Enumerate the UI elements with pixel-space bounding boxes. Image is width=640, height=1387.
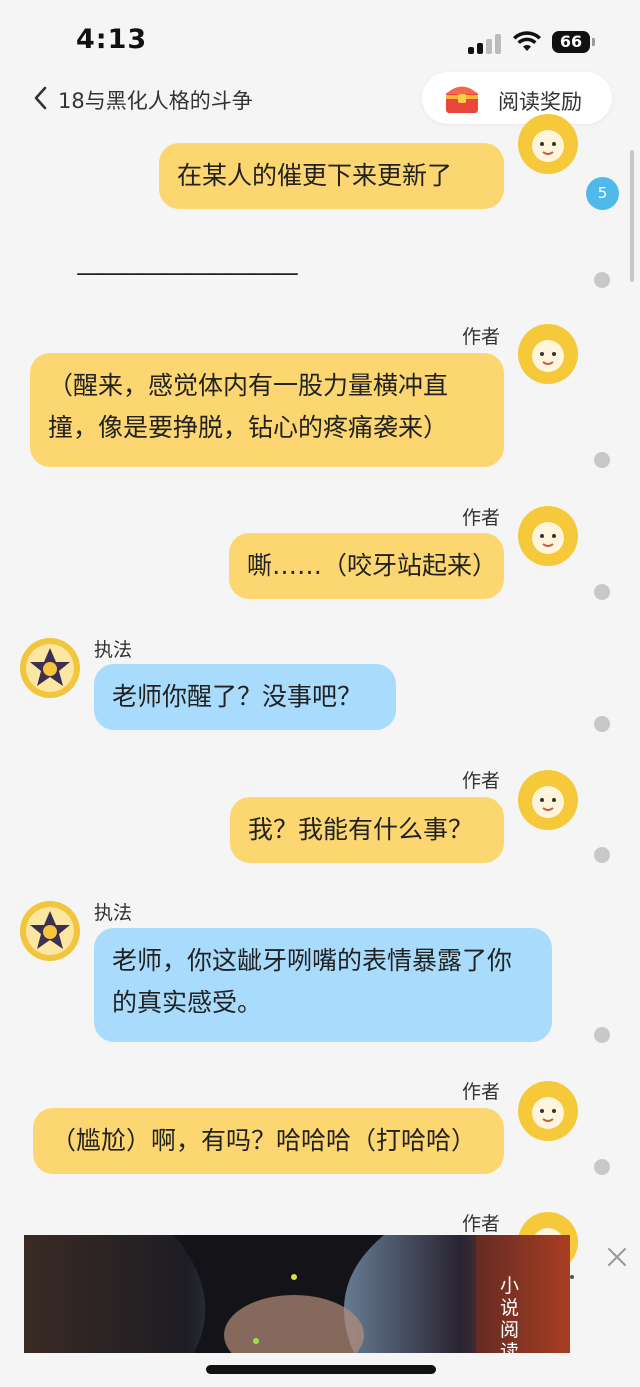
sender-name: 执法 (94, 902, 133, 924)
message-status-dot (594, 847, 610, 863)
status-bar: 4:13 66 (0, 0, 640, 80)
message-bubble: 嘶……（咬牙站起来） (229, 533, 504, 599)
author-avatar (516, 112, 580, 176)
ad-indicator (570, 1275, 574, 1279)
status-time: 4:13 (76, 24, 148, 55)
sender-name: 作者 (462, 1081, 501, 1103)
signal-icon (468, 34, 502, 54)
wifi-icon (513, 31, 541, 51)
sender-name: 作者 (462, 326, 501, 348)
message-bubble: 我？我能有什么事？ (230, 797, 504, 863)
message-bubble: 老师，你这龇牙咧嘴的表情暴露了你的真实感受。 (94, 928, 552, 1042)
close-icon[interactable] (604, 1244, 630, 1270)
message-status-dot (594, 1159, 610, 1175)
author-avatar[interactable] (516, 1079, 580, 1143)
back-chevron-icon[interactable] (30, 84, 54, 112)
chapter-title[interactable]: 18与黑化人格的斗争 (58, 85, 253, 115)
message-bubble: （醒来，感觉体内有一股力量横冲直撞，像是要挣脱，钻心的疼痛袭来） (30, 353, 504, 467)
ad-banner[interactable]: 小说阅读 (24, 1235, 570, 1353)
enforcer-avatar[interactable] (18, 899, 82, 963)
sender-name: 执法 (94, 639, 133, 661)
author-avatar[interactable] (516, 504, 580, 568)
message-status-dot (594, 452, 610, 468)
message-bubble: 老师你醒了？没事吧？ (94, 664, 396, 730)
unread-badge: 5 (586, 177, 619, 210)
message-status-dot (594, 1027, 610, 1043)
message-status-dot (594, 584, 610, 600)
message-bubble: 在某人的催更下来更新了 (159, 143, 504, 209)
author-avatar[interactable] (516, 322, 580, 386)
sender-name: 作者 (462, 770, 501, 792)
sender-name: 作者 (462, 1213, 501, 1235)
author-avatar[interactable] (516, 768, 580, 832)
battery-indicator: 66 (552, 31, 590, 53)
sender-name: 作者 (462, 507, 501, 529)
treasure-chest-icon (446, 86, 478, 113)
battery-tip (592, 38, 595, 46)
ad-image (24, 1235, 570, 1353)
home-indicator[interactable] (206, 1365, 436, 1374)
ad-text: 小说阅读 (500, 1275, 520, 1353)
enforcer-avatar[interactable] (18, 636, 82, 700)
scrollbar[interactable] (630, 150, 634, 282)
message-status-dot (594, 272, 610, 288)
divider-line: —————————— (76, 258, 299, 287)
message-bubble: （尴尬）啊，有吗？哈哈哈（打哈哈） (33, 1108, 504, 1174)
message-status-dot (594, 716, 610, 732)
